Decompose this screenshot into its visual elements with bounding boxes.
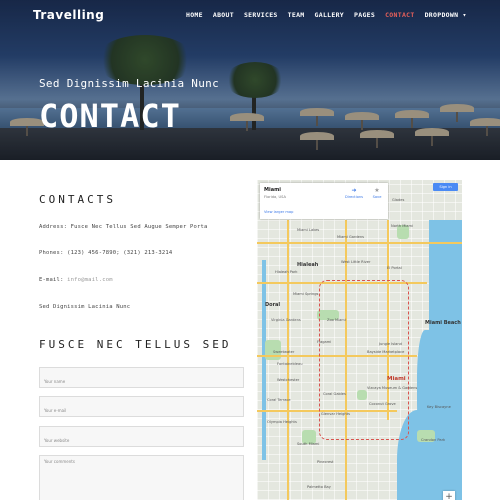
map-highway (287, 220, 289, 500)
email-link[interactable]: info@mail.com (67, 277, 113, 283)
map-label: Fontainebleau (277, 362, 303, 366)
map-label: Coconut Grove (369, 402, 396, 406)
map-label: Olympia Heights (267, 420, 297, 424)
map-label: Flagami (317, 340, 332, 344)
site-logo[interactable]: Travelling (33, 8, 104, 22)
map-label: Miami Lakes (297, 228, 320, 232)
nav-dropdown[interactable]: DROPDOWN ▾ (425, 11, 467, 19)
map-label: Zoo Miami (327, 318, 346, 322)
map-label: Sweetwater (273, 350, 295, 354)
map-label: Pinecrest (317, 460, 334, 464)
contact-address: Address: Fusce Nec Tellus Sed Augue Semp… (39, 224, 208, 230)
map-label: Miami Beach (425, 320, 461, 326)
google-map[interactable]: Glades North Miami Miami Lakes Miami Gar… (257, 180, 462, 500)
contacts-heading: CONTACTS (39, 193, 116, 206)
directions-label: Directions (344, 195, 364, 199)
map-info-card: Miami Florida, USA View larger map ➜ Dir… (260, 183, 388, 219)
main-nav: HOME ABOUT SERVICES TEAM GALLERY PAGES C… (186, 11, 477, 19)
nav-about[interactable]: ABOUT (213, 11, 234, 19)
hero-banner: Travelling HOME ABOUT SERVICES TEAM GALL… (0, 0, 500, 160)
map-label: Miami Springs (293, 292, 319, 296)
map-label: Westchester (277, 378, 300, 382)
map-label: Hialeah (297, 262, 319, 268)
directions-icon: ➜ (351, 187, 357, 194)
map-label-miami: Miami (387, 376, 406, 382)
map-label: Crandon Park (421, 438, 446, 442)
email-label: E-mail: (39, 277, 64, 283)
nav-team[interactable]: TEAM (288, 11, 305, 19)
form-heading: FUSCE NEC TELLUS SED (39, 338, 232, 351)
nav-pages[interactable]: PAGES (354, 11, 375, 19)
website-field[interactable] (39, 426, 244, 447)
nav-contact[interactable]: CONTACT (385, 11, 415, 19)
map-label: Glades (392, 198, 405, 202)
map-label: Palmetto Bay (307, 485, 331, 489)
map-label: Hialeah Park (275, 270, 298, 274)
map-label: Glenvar Heights (321, 412, 350, 416)
hero-subtitle: Sed Dignissim Lacinia Nunc (39, 77, 219, 90)
name-field[interactable] (39, 367, 244, 388)
map-label: El Portal (387, 266, 402, 270)
contact-tagline: Sed Dignissim Lacinia Nunc (39, 304, 131, 310)
map-label: Jungle Island (379, 342, 402, 346)
map-label: Coral Terrace (267, 398, 291, 402)
contact-phones: Phones: (123) 456-7890; (321) 213-3214 (39, 250, 173, 256)
contact-email: E-mail: info@mail.com (39, 277, 113, 283)
zoom-in-button[interactable]: + (443, 491, 455, 500)
map-label: South Miami (297, 442, 320, 446)
view-larger-map-link[interactable]: View larger map (264, 210, 293, 214)
save-label: Save (372, 195, 382, 199)
nav-services[interactable]: SERVICES (244, 11, 278, 19)
email-field[interactable] (39, 396, 244, 417)
nav-home[interactable]: HOME (186, 11, 203, 19)
chevron-down-icon: ▾ (462, 11, 467, 19)
map-label: Vizcaya Museum & Gardens (367, 386, 418, 390)
city-boundary (319, 280, 409, 440)
sign-in-button[interactable]: Sign in (433, 183, 458, 191)
comments-field[interactable] (39, 455, 244, 500)
nav-dropdown-label: DROPDOWN (424, 11, 459, 19)
plus-icon: + (445, 492, 453, 500)
map-label: Coral Gables (323, 392, 346, 396)
nav-gallery[interactable]: GALLERY (315, 11, 345, 19)
save-button[interactable]: ★ Save (370, 187, 384, 199)
map-label: Key Biscayne (427, 405, 451, 409)
map-label: West Little River (341, 260, 371, 264)
map-label: Bayside Marketplace (367, 350, 405, 354)
map-label: North Miami (391, 224, 413, 228)
page-title: CONTACT (39, 97, 181, 132)
star-icon: ★ (374, 187, 380, 194)
directions-button[interactable]: ➜ Directions (344, 187, 364, 199)
map-place-name: Miami (264, 187, 281, 193)
map-water (262, 260, 266, 460)
map-label: Virginia Gardens (271, 318, 301, 322)
map-label: Doral (265, 302, 281, 308)
map-place-region: Florida, USA (264, 195, 286, 199)
map-label: Miami Gardens (337, 235, 364, 239)
